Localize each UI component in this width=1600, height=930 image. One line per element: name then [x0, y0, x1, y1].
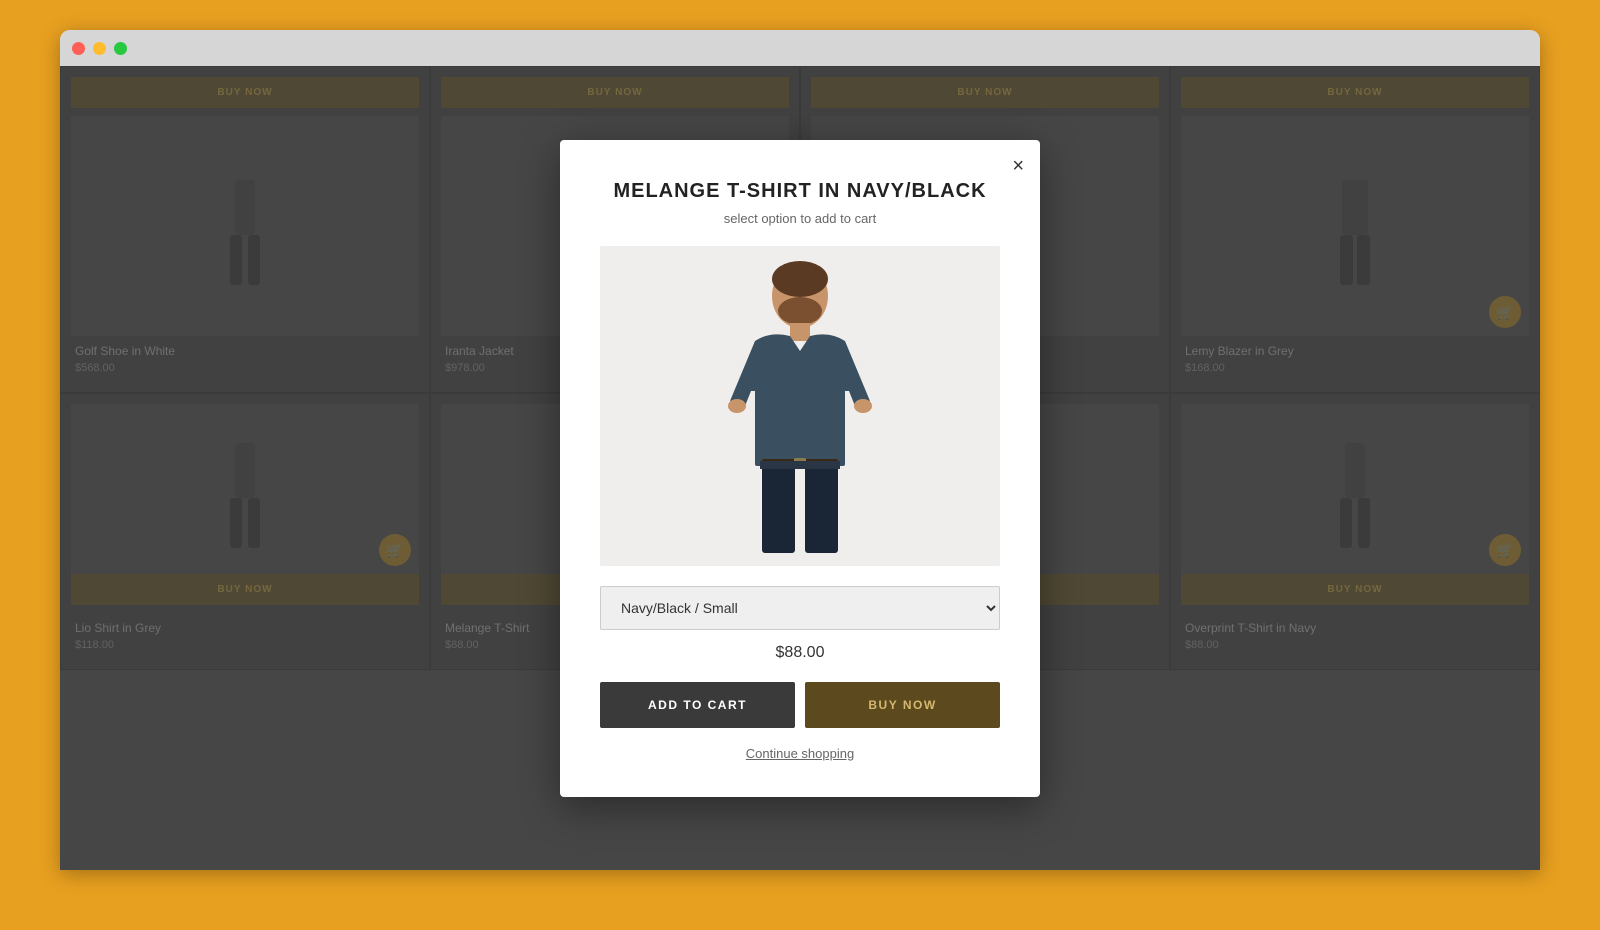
modal-price: $88.00 — [600, 644, 1000, 662]
add-to-cart-button[interactable]: ADD TO CART — [600, 682, 795, 728]
modal-product-image — [600, 246, 1000, 566]
minimize-button-icon[interactable] — [93, 42, 106, 55]
modal-subtitle: select option to add to cart — [600, 211, 1000, 226]
maximize-button-icon[interactable] — [114, 42, 127, 55]
close-button-icon[interactable] — [72, 42, 85, 55]
continue-shopping-link[interactable]: Continue shopping — [600, 746, 1000, 761]
modal-title: MELANGE T-SHIRT IN NAVY/BLACK — [600, 180, 1000, 203]
page-background: BUY NOW Golf Shoe in White $568.00 BUY N… — [60, 66, 1540, 870]
modal-close-button[interactable]: × — [1012, 156, 1024, 176]
buy-now-button[interactable]: BUY NOW — [805, 682, 1000, 728]
variant-select[interactable]: Navy/Black / SmallNavy/Black / MediumNav… — [600, 586, 1000, 630]
browser-titlebar — [60, 30, 1540, 66]
product-modal: × MELANGE T-SHIRT IN NAVY/BLACK select o… — [560, 140, 1040, 797]
modal-overlay: × MELANGE T-SHIRT IN NAVY/BLACK select o… — [60, 66, 1540, 870]
modal-action-buttons: ADD TO CART BUY NOW — [600, 682, 1000, 728]
browser-window: BUY NOW Golf Shoe in White $568.00 BUY N… — [60, 30, 1540, 870]
